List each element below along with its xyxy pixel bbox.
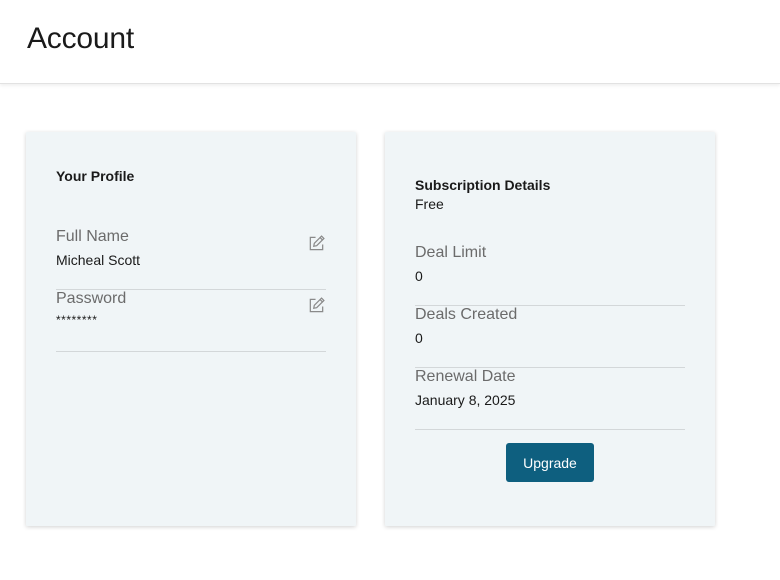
deals-created-value: 0 xyxy=(415,330,423,346)
renewal-date-value: January 8, 2025 xyxy=(415,392,516,408)
password-label: Password xyxy=(56,290,127,307)
profile-card: Your Profile Full Name Micheal Scott Pas… xyxy=(26,132,356,526)
upgrade-button[interactable]: Upgrade xyxy=(506,443,594,482)
profile-card-title: Your Profile xyxy=(56,168,135,184)
edit-icon[interactable] xyxy=(307,234,326,253)
full-name-field: Full Name Micheal Scott xyxy=(56,228,326,290)
deal-limit-label: Deal Limit xyxy=(415,244,487,261)
subscription-card: Subscription Details Free Deal Limit 0 D… xyxy=(385,132,715,526)
subscription-card-title: Subscription Details xyxy=(415,177,551,193)
full-name-value: Micheal Scott xyxy=(56,252,141,268)
subscription-plan: Free xyxy=(415,196,444,212)
deals-created-field: Deals Created 0 xyxy=(415,306,685,368)
renewal-date-label: Renewal Date xyxy=(415,368,516,385)
deal-limit-value: 0 xyxy=(415,268,423,284)
full-name-label: Full Name xyxy=(56,228,129,245)
deals-created-label: Deals Created xyxy=(415,306,518,323)
password-field: Password ******** xyxy=(56,290,326,352)
edit-icon[interactable] xyxy=(307,296,326,315)
page-title: Account xyxy=(27,22,134,55)
renewal-date-field: Renewal Date January 8, 2025 xyxy=(415,368,685,430)
password-value: ******** xyxy=(56,313,98,327)
page-header: Account xyxy=(0,0,780,84)
deal-limit-field: Deal Limit 0 xyxy=(415,244,685,306)
